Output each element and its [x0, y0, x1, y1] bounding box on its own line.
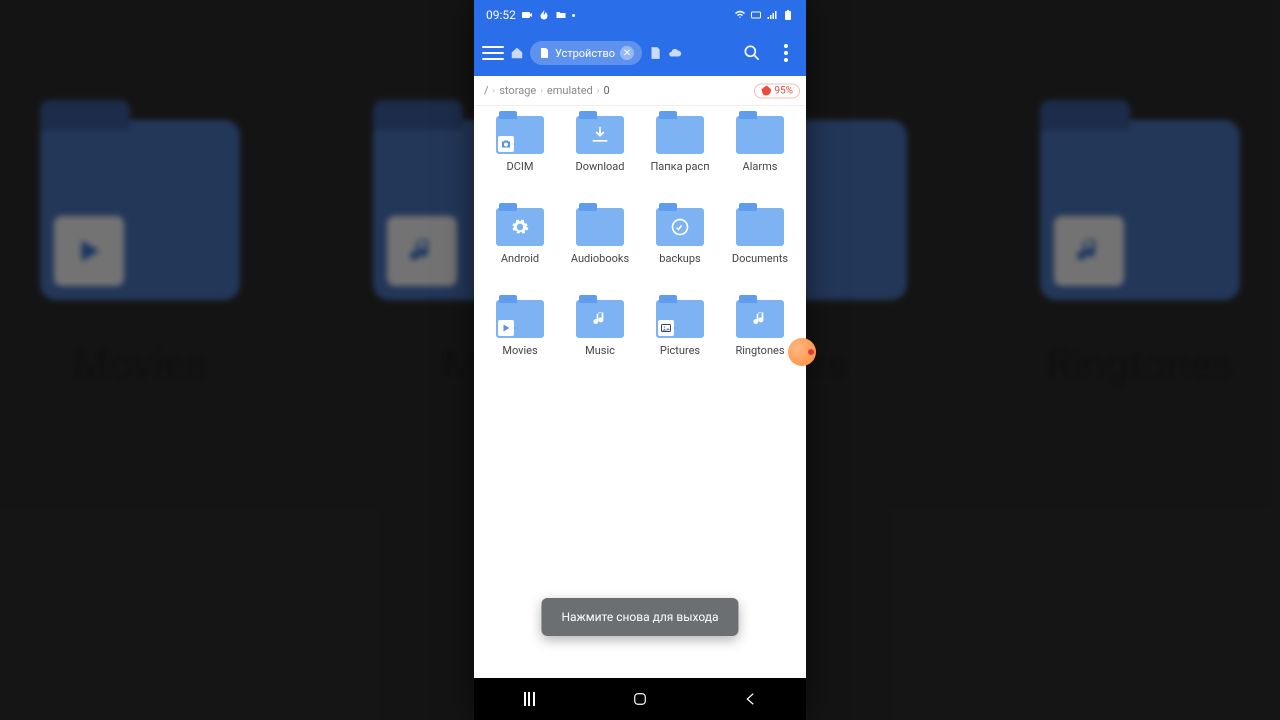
rec-icon: [521, 9, 533, 21]
storage-badge[interactable]: 95%: [754, 83, 800, 98]
folder-label: Ringtones: [735, 344, 784, 357]
exit-toast: Нажмите снова для выхода: [541, 598, 738, 636]
folder-item[interactable]: Audiobooks: [560, 208, 640, 294]
folder-label: Папка расп: [650, 160, 709, 173]
folder-item[interactable]: Ringtones: [720, 300, 800, 386]
phone-frame: 09:52 Устройство ✕ / › storage ›: [474, 0, 806, 720]
breadcrumb[interactable]: / › storage › emulated › 0 95%: [474, 76, 806, 106]
folder-item[interactable]: Папка расп: [640, 116, 720, 202]
screen-record-indicator[interactable]: [788, 338, 816, 366]
folder-item[interactable]: Download: [560, 116, 640, 202]
folder-item[interactable]: DCIM: [480, 116, 560, 202]
search-icon[interactable]: [742, 43, 762, 63]
dot-icon: [572, 14, 575, 17]
folder-label: Alarms: [743, 160, 778, 173]
folder-item[interactable]: Music: [560, 300, 640, 386]
cloud-icon[interactable]: [668, 46, 682, 60]
app-bar: Устройство ✕: [474, 30, 806, 76]
flame-icon: [538, 9, 550, 21]
clock: 09:52: [486, 8, 516, 22]
folder-label: Music: [585, 344, 615, 357]
folder-item[interactable]: Documents: [720, 208, 800, 294]
status-bar: 09:52: [474, 0, 806, 30]
folder-grid: DCIM Download Папка расп Alarms Android Audio…: [474, 106, 806, 678]
nav-bar: [474, 678, 806, 720]
folder-label: DCIM: [507, 160, 534, 173]
sdcard-icon[interactable]: [648, 46, 662, 60]
folder-label: Audiobooks: [571, 252, 629, 265]
menu-button[interactable]: [482, 46, 504, 60]
chip-label: Устройство: [555, 47, 615, 60]
folder-label: Android: [501, 252, 539, 265]
volte-icon: [750, 9, 762, 21]
location-chip[interactable]: Устройство ✕: [530, 41, 642, 65]
signal-icon: [766, 9, 778, 21]
device-icon: [538, 47, 550, 59]
battery-icon: [782, 9, 794, 21]
chip-close-icon[interactable]: ✕: [620, 46, 634, 60]
home-icon[interactable]: [510, 46, 524, 60]
folder-label: Documents: [732, 252, 788, 265]
folder-label: Pictures: [660, 344, 700, 357]
recents-button[interactable]: [519, 689, 539, 709]
folder-item[interactable]: Android: [480, 208, 560, 294]
folder-mini-icon: [555, 9, 567, 21]
back-button[interactable]: [741, 689, 761, 709]
folder-label: Movies: [502, 344, 537, 357]
home-button[interactable]: [630, 689, 650, 709]
folder-label: Download: [576, 160, 625, 173]
folder-item[interactable]: Movies: [480, 300, 560, 386]
wifi-icon: [734, 9, 746, 21]
folder-item[interactable]: Pictures: [640, 300, 720, 386]
more-button[interactable]: [774, 44, 798, 62]
folder-item[interactable]: backups: [640, 208, 720, 294]
folder-item[interactable]: Alarms: [720, 116, 800, 202]
folder-label: backups: [659, 252, 700, 265]
